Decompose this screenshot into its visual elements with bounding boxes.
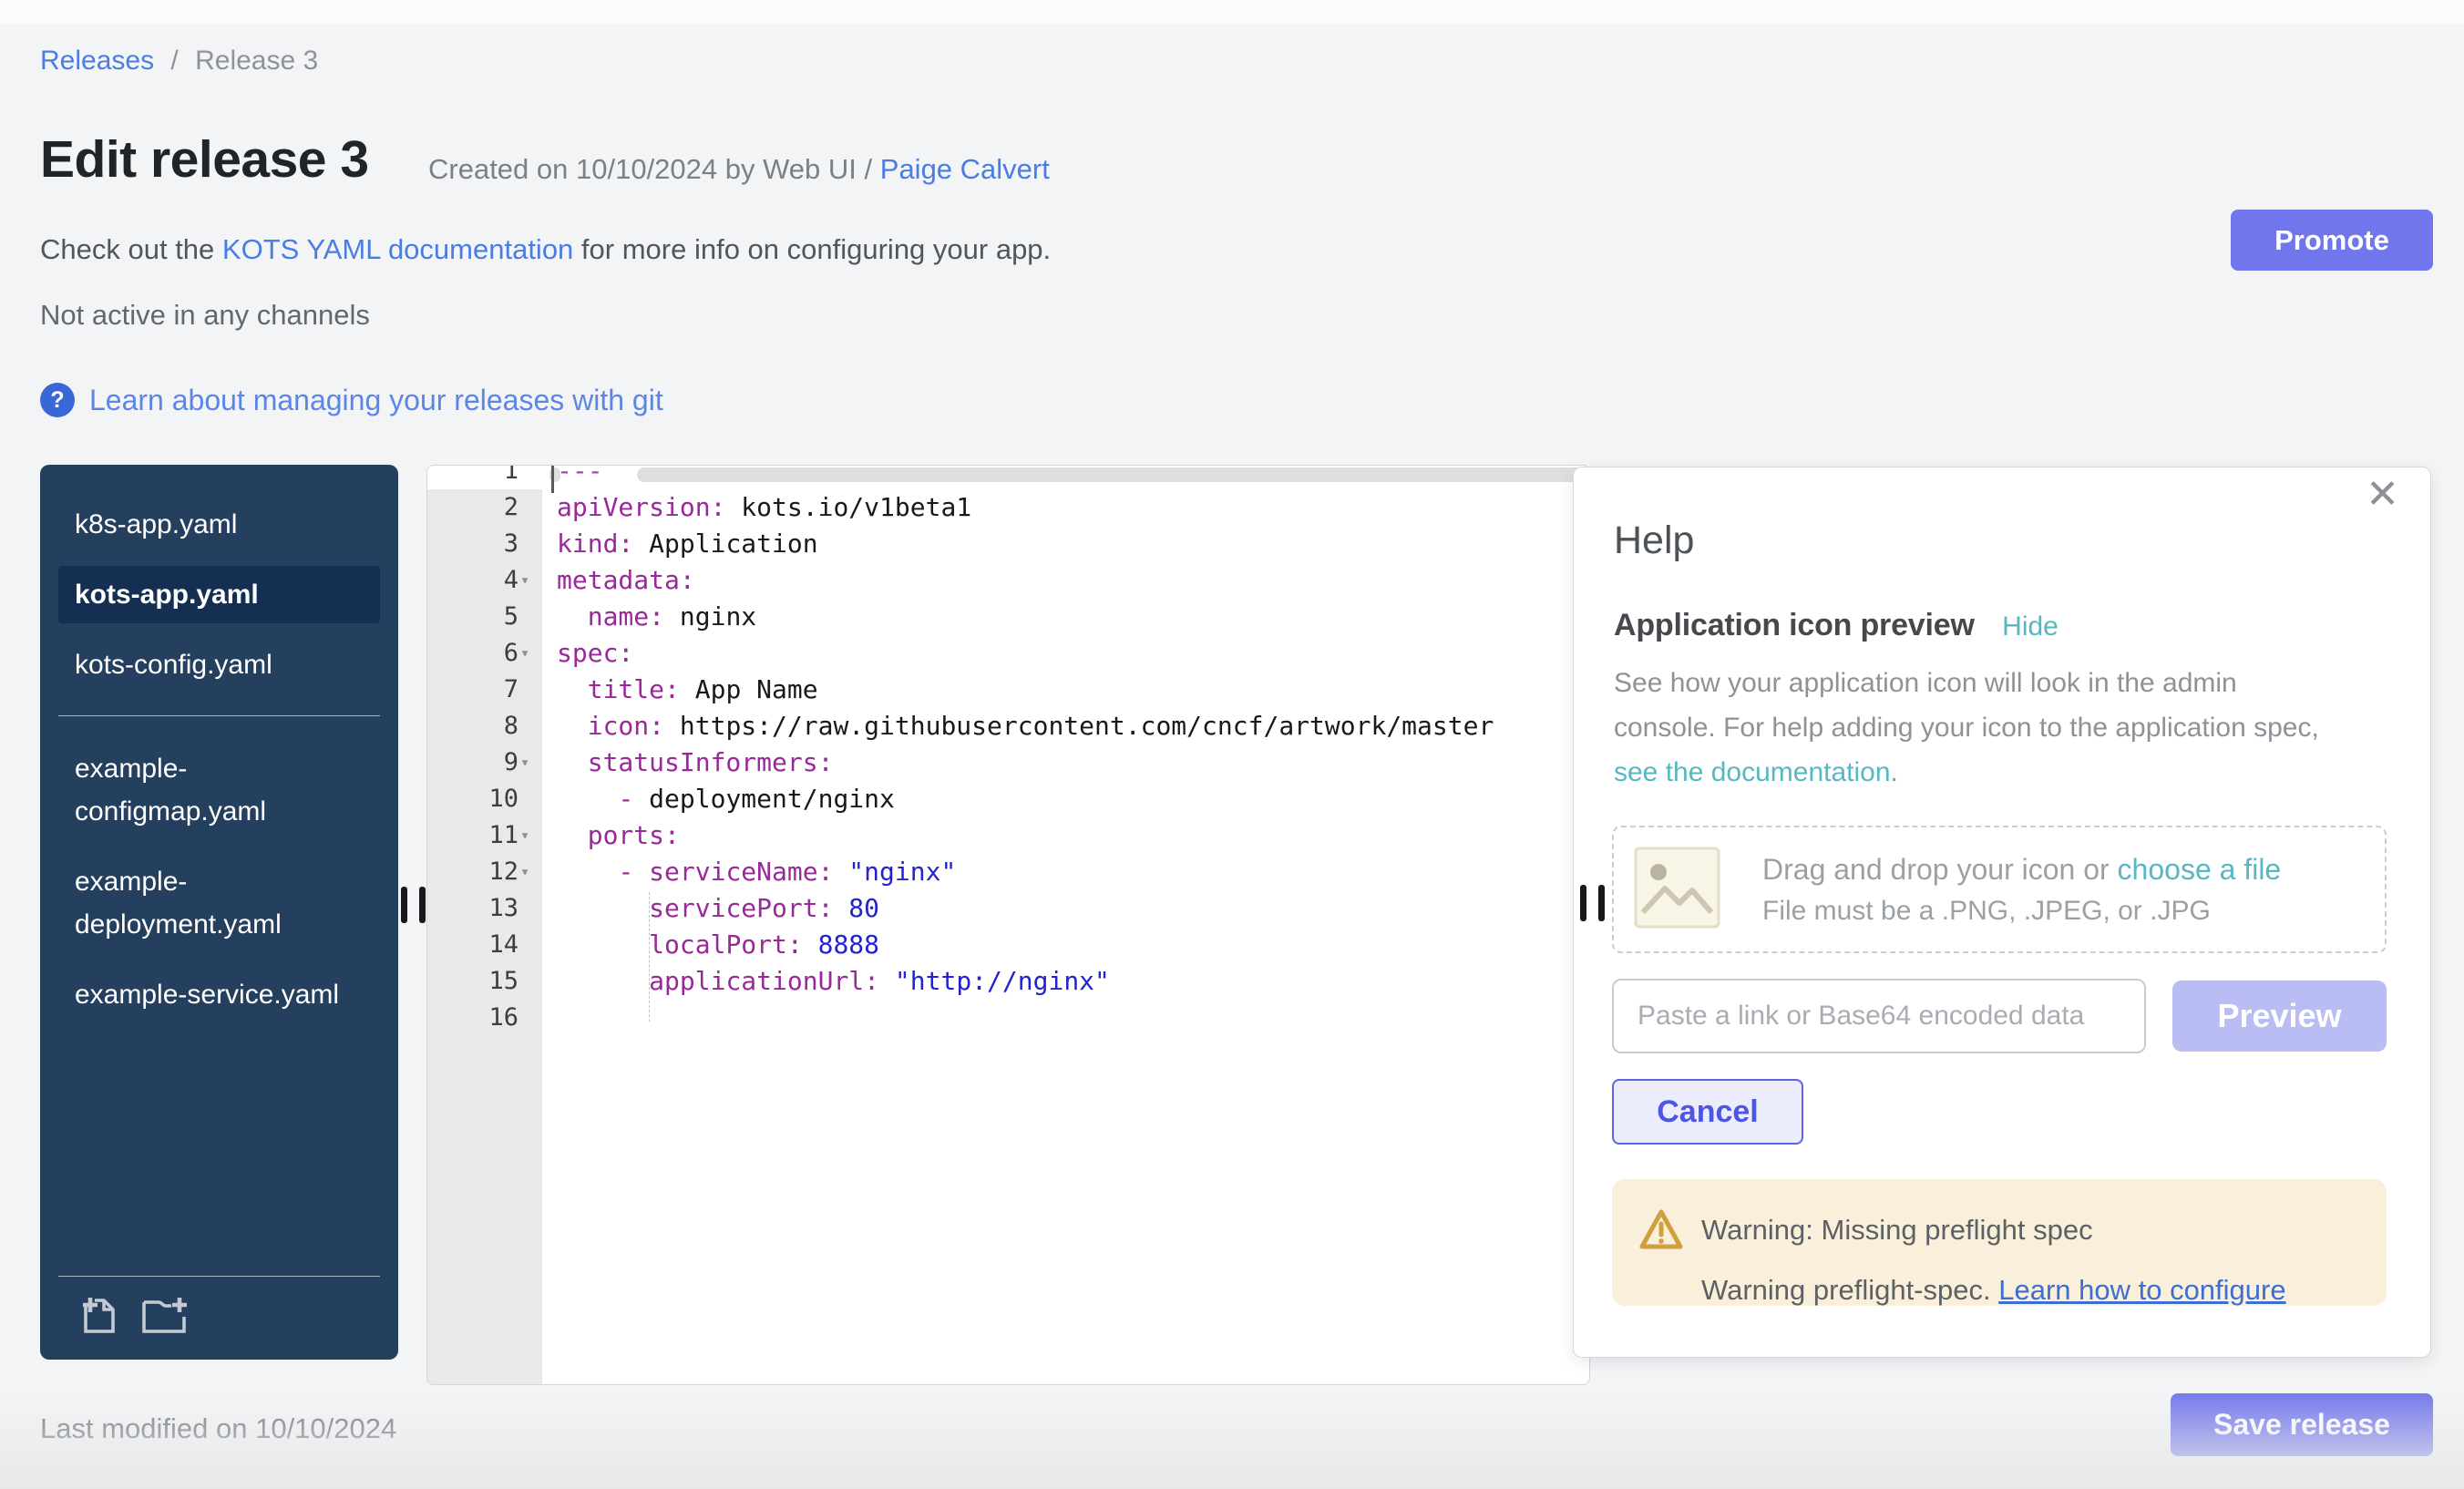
line-number: 9 — [427, 744, 518, 781]
channel-status: Not active in any channels — [40, 299, 370, 332]
created-info: Created on 10/10/2024 by Web UI / Paige … — [428, 153, 1050, 186]
help-description: See how your application icon will look … — [1614, 661, 2319, 795]
icon-url-input[interactable] — [1612, 979, 2146, 1053]
file-tab-example-configmap.yaml[interactable]: example-configmap.yaml — [58, 740, 380, 840]
last-modified-text: Last modified on 10/10/2024 — [40, 1412, 396, 1445]
line-number: 15 — [427, 963, 518, 1000]
icon-preview-section-title: Application icon preview — [1614, 608, 1975, 642]
fold-toggle-icon[interactable]: ▾ — [520, 744, 542, 781]
icon-dropzone[interactable]: Drag and drop your icon or choose a file… — [1612, 826, 2387, 953]
line-number: 14 — [427, 927, 518, 963]
learn-how-to-configure-link[interactable]: Learn how to configure — [1998, 1274, 2285, 1306]
help-section-row: Application icon preview Hide — [1614, 608, 2058, 643]
dropzone-filetypes: File must be a .PNG, .JPEG, or .JPG — [1762, 896, 2281, 927]
file-list-top: k8s-app.yaml kots-app.yaml kots-config.yam… — [40, 465, 398, 693]
created-text: Created on 10/10/2024 by Web UI / — [428, 153, 872, 185]
help-panel: ✕ Help Application icon preview Hide See… — [1573, 467, 2431, 1358]
docs-sentence: Check out the KOTS YAML documentation fo… — [40, 233, 1051, 266]
breadcrumb: Releases / Release 3 — [40, 46, 318, 77]
file-tree-sidebar: k8s-app.yaml kots-app.yaml kots-config.yam… — [40, 465, 398, 1360]
dropzone-text: Drag and drop your icon or choose a file… — [1762, 853, 2281, 927]
preview-button[interactable]: Preview — [2172, 981, 2387, 1052]
choose-file-link[interactable]: choose a file — [2118, 853, 2282, 886]
help-title: Help — [1614, 519, 1694, 563]
yaml-code-editor[interactable]: 1---2apiVersion: kots.io/v1beta13kind: A… — [426, 465, 1590, 1385]
line-number: 13 — [427, 890, 518, 927]
add-file-icon[interactable] — [78, 1293, 120, 1340]
line-number: 5 — [427, 599, 518, 635]
file-list-bottom: example-configmap.yaml example-deployment… — [40, 740, 398, 1023]
warning-triangle-icon — [1639, 1208, 1683, 1255]
text-cursor — [551, 466, 554, 493]
edit-release-page: Releases / Release 3 Edit release 3 Crea… — [0, 0, 2464, 1489]
breadcrumb-separator: / — [170, 46, 178, 76]
add-folder-icon[interactable] — [140, 1293, 188, 1340]
line-number: 7 — [427, 672, 518, 708]
code-lines[interactable]: 1---2apiVersion: kots.io/v1beta13kind: A… — [427, 465, 1589, 1036]
file-tab-example-service.yaml[interactable]: example-service.yaml — [58, 966, 380, 1023]
file-tab-kots-app.yaml[interactable]: kots-app.yaml — [58, 566, 380, 623]
fold-toggle-icon[interactable]: ▾ — [520, 635, 542, 672]
promote-button[interactable]: Promote — [2231, 210, 2433, 271]
file-tab-k8s-app.yaml[interactable]: k8s-app.yaml — [58, 496, 380, 553]
hide-link[interactable]: Hide — [2002, 611, 2058, 642]
line-number: 6 — [427, 635, 518, 672]
line-number: 10 — [427, 781, 518, 817]
warning-detail: Warning preflight-spec. Learn how to con… — [1701, 1274, 2286, 1306]
file-tab-example-deployment.yaml[interactable]: example-deployment.yaml — [58, 853, 380, 953]
sidebar-footer — [40, 1254, 398, 1340]
fold-toggle-icon[interactable]: ▾ — [520, 817, 542, 854]
created-author-link[interactable]: Paige Calvert — [880, 153, 1050, 185]
close-icon[interactable]: ✕ — [2366, 475, 2399, 515]
line-number: 1 — [427, 465, 518, 489]
cancel-button[interactable]: Cancel — [1612, 1079, 1803, 1145]
fold-toggle-icon[interactable]: ▾ — [520, 854, 542, 890]
sidebar-resize-handle[interactable] — [401, 887, 426, 923]
question-mark-icon: ? — [40, 383, 75, 417]
git-releases-link[interactable]: Learn about managing your releases with … — [89, 384, 663, 417]
breadcrumb-releases-link[interactable]: Releases — [40, 46, 154, 76]
line-number: 3 — [427, 526, 518, 562]
preflight-warning-box: Warning: Missing preflight spec Warning … — [1612, 1179, 2387, 1306]
fold-toggle-icon[interactable]: ▾ — [520, 562, 542, 599]
page-title: Edit release 3 — [40, 129, 369, 190]
line-number: 12 — [427, 854, 518, 890]
line-number: 11 — [427, 817, 518, 854]
top-strip — [0, 0, 2464, 24]
git-help-row: ? Learn about managing your releases wit… — [40, 383, 663, 417]
see-documentation-link[interactable]: see the documentation — [1614, 757, 1891, 787]
image-placeholder-icon — [1634, 847, 1720, 933]
file-tab-kots-config.yaml[interactable]: kots-config.yaml — [58, 636, 380, 693]
line-number: 16 — [427, 1000, 518, 1036]
indent-guide — [649, 892, 650, 1022]
line-number: 2 — [427, 489, 518, 526]
warning-title: Warning: Missing preflight spec — [1701, 1214, 2093, 1247]
help-panel-resize-handle[interactable] — [1580, 885, 1605, 921]
save-release-button[interactable]: Save release — [2171, 1393, 2433, 1456]
breadcrumb-current: Release 3 — [195, 46, 318, 76]
line-number: 8 — [427, 708, 518, 744]
file-list-divider — [58, 715, 380, 716]
kots-yaml-docs-link[interactable]: KOTS YAML documentation — [222, 233, 573, 265]
line-number: 4 — [427, 562, 518, 599]
